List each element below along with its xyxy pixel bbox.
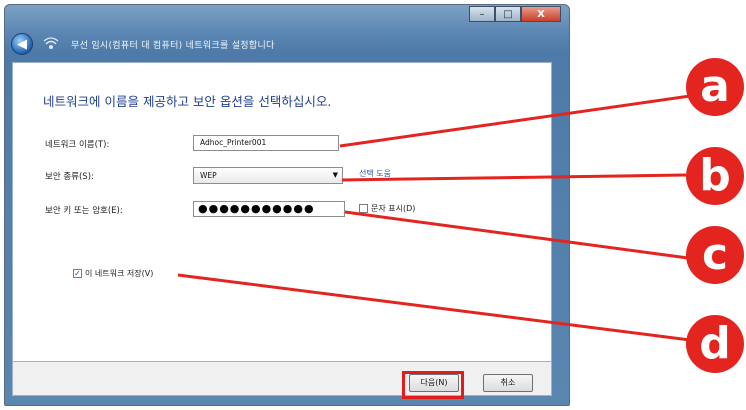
save-network-checkbox[interactable]: ✓	[73, 269, 82, 278]
minimize-button[interactable]: –	[469, 6, 495, 22]
network-name-label: 네트워크 이름(T):	[45, 140, 110, 150]
show-characters-label: 문자 표시(D)	[371, 204, 416, 213]
back-button[interactable]: ◀	[11, 33, 33, 55]
page-heading: 네트워크에 이름을 제공하고 보안 옵션을 선택하십시오.	[43, 94, 332, 109]
callout-b: b	[686, 147, 744, 205]
title-bar: – □ X	[5, 5, 569, 29]
security-key-label: 보안 키 또는 암호(E):	[45, 206, 123, 216]
close-button[interactable]: X	[521, 6, 561, 22]
cancel-button[interactable]: 취소	[483, 374, 533, 392]
next-button-highlight	[402, 371, 464, 399]
chevron-down-icon: ▼	[332, 171, 338, 179]
nav-bar: ◀ 무선 임시(컴퓨터 대 컴퓨터) 네트워크를 설정합니다	[11, 29, 563, 59]
maximize-button[interactable]: □	[495, 6, 521, 22]
wireless-network-icon	[43, 36, 59, 52]
callout-d: d	[686, 315, 744, 373]
help-choose-link[interactable]: 선택 도움	[359, 168, 391, 179]
security-type-label: 보안 종류(S):	[45, 172, 94, 182]
button-bar: 다음(N) 취소	[12, 362, 552, 396]
security-type-select[interactable]: WEP ▼	[193, 167, 343, 184]
callout-a: a	[686, 58, 744, 116]
wizard-title: 무선 임시(컴퓨터 대 컴퓨터) 네트워크를 설정합니다	[71, 40, 275, 51]
content-pane: 네트워크에 이름을 제공하고 보안 옵션을 선택하십시오. 네트워크 이름(T)…	[12, 62, 552, 362]
security-key-input[interactable]: ●●●●●●●●●●●	[193, 201, 345, 217]
security-type-value: WEP	[200, 171, 217, 180]
callout-c: c	[686, 226, 744, 284]
show-characters-checkbox[interactable]	[359, 204, 368, 213]
save-network-label: 이 네트워크 저장(V)	[85, 269, 154, 278]
back-arrow-icon: ◀	[17, 36, 27, 52]
window-controls: – □ X	[469, 6, 561, 22]
network-name-input[interactable]: Adhoc_Printer001	[193, 135, 339, 151]
